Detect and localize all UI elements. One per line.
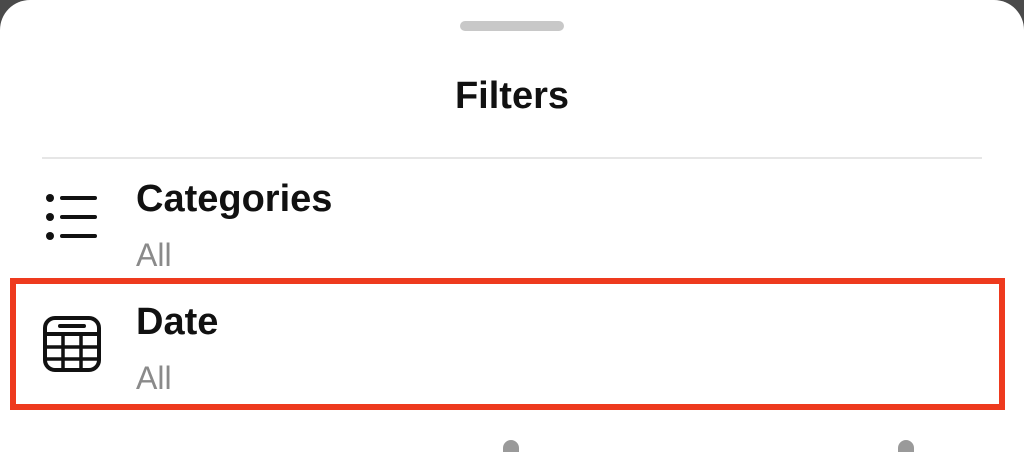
next-row-hint-right	[898, 440, 914, 452]
sheet-title: Filters	[454, 75, 570, 117]
divider	[42, 157, 982, 159]
drag-handle[interactable]	[460, 21, 564, 31]
list-icon	[40, 188, 104, 252]
filters-bottom-sheet: Filters Categories All Date All	[0, 0, 1024, 452]
filter-row-categories[interactable]: Categories All	[0, 162, 1024, 290]
next-row-hint-left	[503, 440, 519, 452]
filter-label-categories: Categories	[136, 178, 333, 220]
highlight-box	[10, 278, 1005, 410]
filter-value-categories: All	[136, 237, 172, 273]
